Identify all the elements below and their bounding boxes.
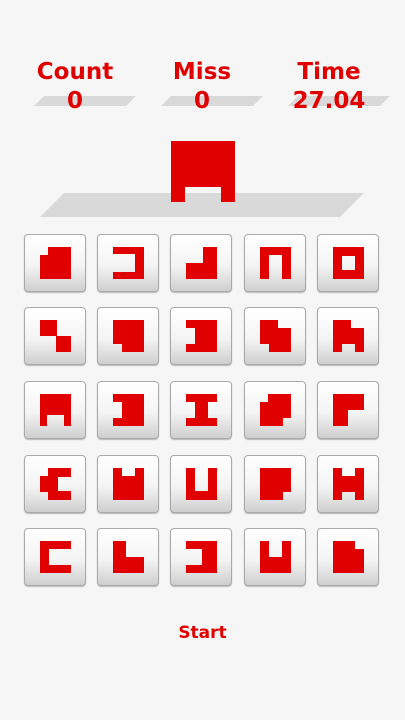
tile-block-notches[interactable]: [317, 307, 379, 365]
block-notch-sides-piece-icon: [333, 468, 364, 500]
tile-c-shape-notched[interactable]: [24, 455, 86, 513]
arch-thin-piece-icon: [260, 247, 291, 279]
tile-l-shape-bottom[interactable]: [170, 234, 232, 292]
cup-notched-piece-icon: [113, 468, 144, 500]
tile-block-notch-top-left[interactable]: [24, 234, 86, 292]
tile-block-notch-two-corners[interactable]: [244, 307, 306, 365]
l-shape-bottom-piece-icon: [186, 247, 217, 279]
block-notch-bottom-right-piece-icon: [260, 468, 291, 500]
i-beam-piece-icon: [186, 394, 217, 426]
block-notch-bottom-left-piece-icon: [113, 320, 144, 352]
tile-cup-notched[interactable]: [97, 455, 159, 513]
tile-block-notch-top-right[interactable]: [317, 528, 379, 586]
u-shape-piece-icon: [186, 468, 217, 500]
tile-block-notch-bottom-right[interactable]: [244, 455, 306, 513]
tile-block-notch-left[interactable]: [97, 381, 159, 439]
square-ring-piece-icon: [333, 247, 364, 279]
miss-stat: Miss 0: [142, 58, 263, 114]
miss-value: 0: [193, 88, 210, 114]
target-piece: [171, 141, 235, 202]
time-label: Time: [297, 59, 361, 85]
count-value: 0: [66, 88, 83, 114]
tile-reverse-c[interactable]: [170, 528, 232, 586]
bracket-open-right-piece-icon: [186, 320, 217, 352]
tile-block-notch-sides[interactable]: [317, 455, 379, 513]
miss-label: Miss: [172, 59, 232, 85]
c-shape-piece-icon: [40, 541, 71, 573]
tile-bracket-open-left[interactable]: [97, 234, 159, 292]
tile-arch-short[interactable]: [24, 381, 86, 439]
block-notch-top-right-piece-icon: [333, 541, 364, 573]
l-shape-top-left-piece-icon: [333, 394, 364, 426]
tile-square-ring[interactable]: [317, 234, 379, 292]
tile-block-notch-bottom-left[interactable]: [97, 307, 159, 365]
tile-l-shape-top-left[interactable]: [317, 381, 379, 439]
l-shape-top-right-piece-icon: [40, 320, 71, 352]
block-notch-two-corners-piece-icon: [260, 320, 291, 352]
tile-u-shape[interactable]: [170, 455, 232, 513]
arch-short-piece-icon: [40, 394, 71, 426]
u-notch-top-piece-icon: [260, 541, 291, 573]
block-notch-left-piece-icon: [113, 394, 144, 426]
reverse-c-piece-icon: [186, 541, 217, 573]
time-stat: Time 27.04: [269, 58, 390, 114]
tile-arch-thin[interactable]: [244, 234, 306, 292]
time-value: 27.04: [292, 88, 366, 114]
block-notch-corners-piece-icon: [260, 394, 291, 426]
block-notches-piece-icon: [333, 320, 364, 352]
tile-c-shape[interactable]: [24, 528, 86, 586]
tile-bracket-open-right[interactable]: [170, 307, 232, 365]
tile-block-notch-corners[interactable]: [244, 381, 306, 439]
bracket-open-left-piece-icon: [113, 247, 144, 279]
count-label: Count: [36, 59, 114, 85]
tile-l-shape-top-right[interactable]: [24, 307, 86, 365]
tile-u-notch-top[interactable]: [244, 528, 306, 586]
tile-l-shape-big[interactable]: [97, 528, 159, 586]
block-notch-top-left-piece-icon: [40, 247, 71, 279]
start-button[interactable]: Start: [150, 620, 255, 646]
count-stat: Count 0: [15, 58, 136, 114]
c-shape-notched-piece-icon: [40, 468, 71, 500]
tile-i-beam[interactable]: [170, 381, 232, 439]
l-shape-big-piece-icon: [113, 541, 144, 573]
